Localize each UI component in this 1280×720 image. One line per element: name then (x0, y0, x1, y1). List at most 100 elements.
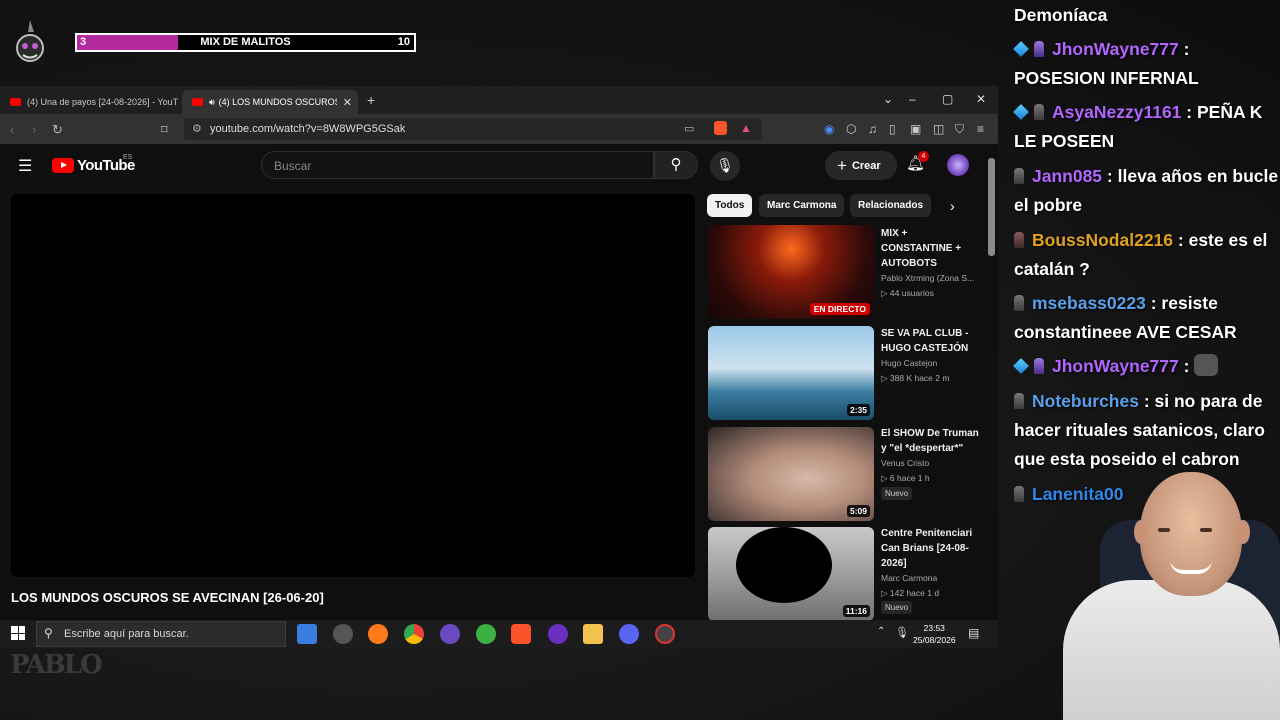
chat-message: Jann085 : lleva años en bucle el pobre (1014, 166, 1279, 215)
minimize-button[interactable]: – (909, 92, 916, 106)
figure-badge-icon (1014, 232, 1024, 248)
maximize-button[interactable]: ▢ (942, 92, 953, 106)
chat-username[interactable]: BoussNodal2216 (1032, 230, 1173, 250)
rec-title-2[interactable]: SE VA PAL CLUB - HUGO CASTEJÓN (881, 326, 981, 356)
figure-badge-icon (1014, 295, 1024, 311)
rec-title-1[interactable]: MIX + CONSTANTINE + AUTOBOTS (881, 226, 981, 271)
tab-label: (4) Una de payos [24-08-2026] - YouTube (27, 97, 178, 107)
video-player[interactable] (11, 194, 695, 577)
chrome-icon[interactable] (404, 624, 424, 644)
chat-text: Demoníaca (1014, 5, 1108, 25)
wallet-icon[interactable]: ▣ (910, 122, 921, 136)
address-bar[interactable]: ⚙ youtube.com/watch?v=8W8WPG5GSak ▭ ▲ (184, 118, 762, 140)
brave-rewards-icon[interactable]: ▲ (740, 121, 752, 135)
cast-icon[interactable]: ▭ (684, 122, 694, 135)
obs-icon[interactable] (655, 624, 675, 644)
channel-logo (12, 18, 48, 70)
chat-username[interactable]: Lanenita00 (1032, 484, 1123, 504)
chat-message: BoussNodal2216 : este es el catalán ? (1014, 230, 1268, 279)
chat-username[interactable]: Jann085 (1032, 166, 1102, 186)
microphone-icon: 🎙︎ (716, 157, 734, 173)
tray-chevron-icon[interactable]: ⌃ (877, 626, 885, 637)
vpn-icon[interactable]: ◫ (933, 122, 944, 136)
rec-thumbnail-4[interactable]: 11:16 (708, 527, 874, 620)
menu-icon[interactable]: ≡ (977, 122, 984, 136)
new-tab-button[interactable]: + (367, 92, 375, 108)
notifications-center-icon[interactable]: ▤ (968, 626, 979, 640)
tab-bar: (4) Una de payos [24-08-2026] - YouTube … (0, 86, 998, 114)
extensions-icon[interactable]: ⬡ (846, 122, 856, 136)
site-info-icon[interactable]: ⚙ (192, 122, 202, 135)
youtube-search-input[interactable]: Buscar (261, 151, 654, 179)
rec-title-4[interactable]: Centre Penitenciari Can Brians [24-08-20… (881, 526, 981, 571)
tab-search-icon[interactable]: ⌄ (883, 92, 893, 106)
duration-badge: 5:09 (846, 505, 870, 517)
xbox-icon[interactable] (476, 624, 496, 644)
brave-shields-icon[interactable] (714, 121, 727, 135)
rec-thumbnail-2[interactable]: 2:35 (708, 326, 874, 420)
brave-icon[interactable] (511, 624, 531, 644)
firefox-icon[interactable] (368, 624, 388, 644)
media-player-icon[interactable] (440, 624, 460, 644)
figure-badge-icon (1014, 393, 1024, 409)
rec-channel-4[interactable]: Marc Carmona (881, 573, 981, 583)
create-button[interactable]: + Crear (825, 151, 897, 180)
chat-username[interactable]: Noteburches (1032, 391, 1139, 411)
forward-icon[interactable]: › (32, 122, 36, 137)
app-icon[interactable] (548, 624, 568, 644)
live-badge: EN DIRECTO (809, 303, 870, 315)
audio-icon[interactable]: ◉ (824, 122, 834, 136)
chevron-right-icon[interactable]: › (950, 198, 955, 214)
notifications-badge: 4 (918, 151, 929, 162)
rec-channel-2[interactable]: Hugo Castejon (881, 358, 981, 368)
discord-icon[interactable] (619, 624, 639, 644)
search-button[interactable]: ⚲ (654, 151, 698, 179)
file-explorer-icon[interactable] (583, 624, 603, 644)
store-icon[interactable] (297, 624, 317, 644)
back-icon[interactable]: ‹ (10, 122, 14, 137)
bookmark-icon[interactable]: ⌑ (161, 122, 168, 138)
youtube-favicon-icon (10, 98, 21, 106)
rec-thumbnail-3[interactable]: 5:09 (708, 427, 874, 521)
url-text: youtube.com/watch?v=8W8WPG5GSak (210, 123, 406, 135)
sidebar-icon[interactable]: ▯ (889, 122, 896, 136)
rec-channel-1[interactable]: Pablo Xtrming (Zona S... (881, 273, 981, 283)
chat-username[interactable]: AsyaNezzy1161 (1052, 102, 1181, 122)
reload-icon[interactable]: ↻ (52, 122, 63, 138)
avatar[interactable] (947, 154, 969, 176)
chip-todos[interactable]: Todos (707, 194, 753, 217)
chip-marc-carmona[interactable]: Marc Carmona (759, 194, 845, 217)
rec-title-3[interactable]: El SHOW De Truman y "el *despertar*" (881, 426, 981, 456)
rec-meta-2: ▷ 388 K hace 2 m (881, 373, 950, 383)
media-icon[interactable]: ♫ (868, 122, 877, 136)
chat-username[interactable]: JhonWayne777 (1052, 356, 1179, 376)
subscriber-badge-icon (1013, 358, 1029, 374)
browser-window: (4) Una de payos [24-08-2026] - YouTube … (0, 86, 998, 620)
tab-una-de-payos[interactable]: (4) Una de payos [24-08-2026] - YouTube (0, 90, 178, 114)
close-window-button[interactable]: ✕ (976, 92, 986, 106)
chat-text: POSESION INFERNAL (1014, 68, 1199, 88)
shield-icon[interactable]: ⛉ (955, 122, 964, 137)
chip-relacionados[interactable]: Relacionados (850, 194, 932, 217)
rec-thumbnail-1[interactable]: EN DIRECTO (708, 225, 874, 319)
tab-los-mundos-oscuros[interactable]: 🔊︎ (4) LOS MUNDOS OSCUROS SE AVECINAN ✕ (182, 90, 358, 114)
voice-search-button[interactable]: 🎙︎ (710, 151, 740, 181)
clock-date: 25/08/2026 (913, 635, 956, 645)
hamburger-menu-icon[interactable]: ☰ (18, 156, 32, 176)
stream-screen: { "overlay": { "goal_current": "3", "goa… (0, 0, 1280, 720)
app-icon[interactable] (333, 624, 353, 644)
youtube-favicon-icon (192, 98, 203, 106)
page-scrollbar[interactable] (988, 158, 995, 256)
microphone-tray-icon[interactable]: 🎙︎ (895, 626, 909, 639)
close-tab-icon[interactable]: ✕ (343, 96, 352, 109)
chat-message: JhonWayne777 : POSESION INFERNAL (1013, 39, 1199, 88)
censor-blob (736, 527, 832, 603)
search-icon: ⚲ (44, 626, 53, 640)
chat-username[interactable]: JhonWayne777 (1052, 39, 1179, 59)
rec-channel-3[interactable]: Venus Cristo (881, 458, 981, 468)
windows-start-icon[interactable] (11, 626, 25, 640)
taskbar-search-input[interactable]: ⚲ Escribe aquí para buscar. (36, 621, 286, 647)
streamer-ear (1134, 520, 1148, 544)
clock[interactable]: 23:53 25/08/2026 (913, 622, 956, 646)
chat-username[interactable]: msebass0223 (1032, 293, 1146, 313)
